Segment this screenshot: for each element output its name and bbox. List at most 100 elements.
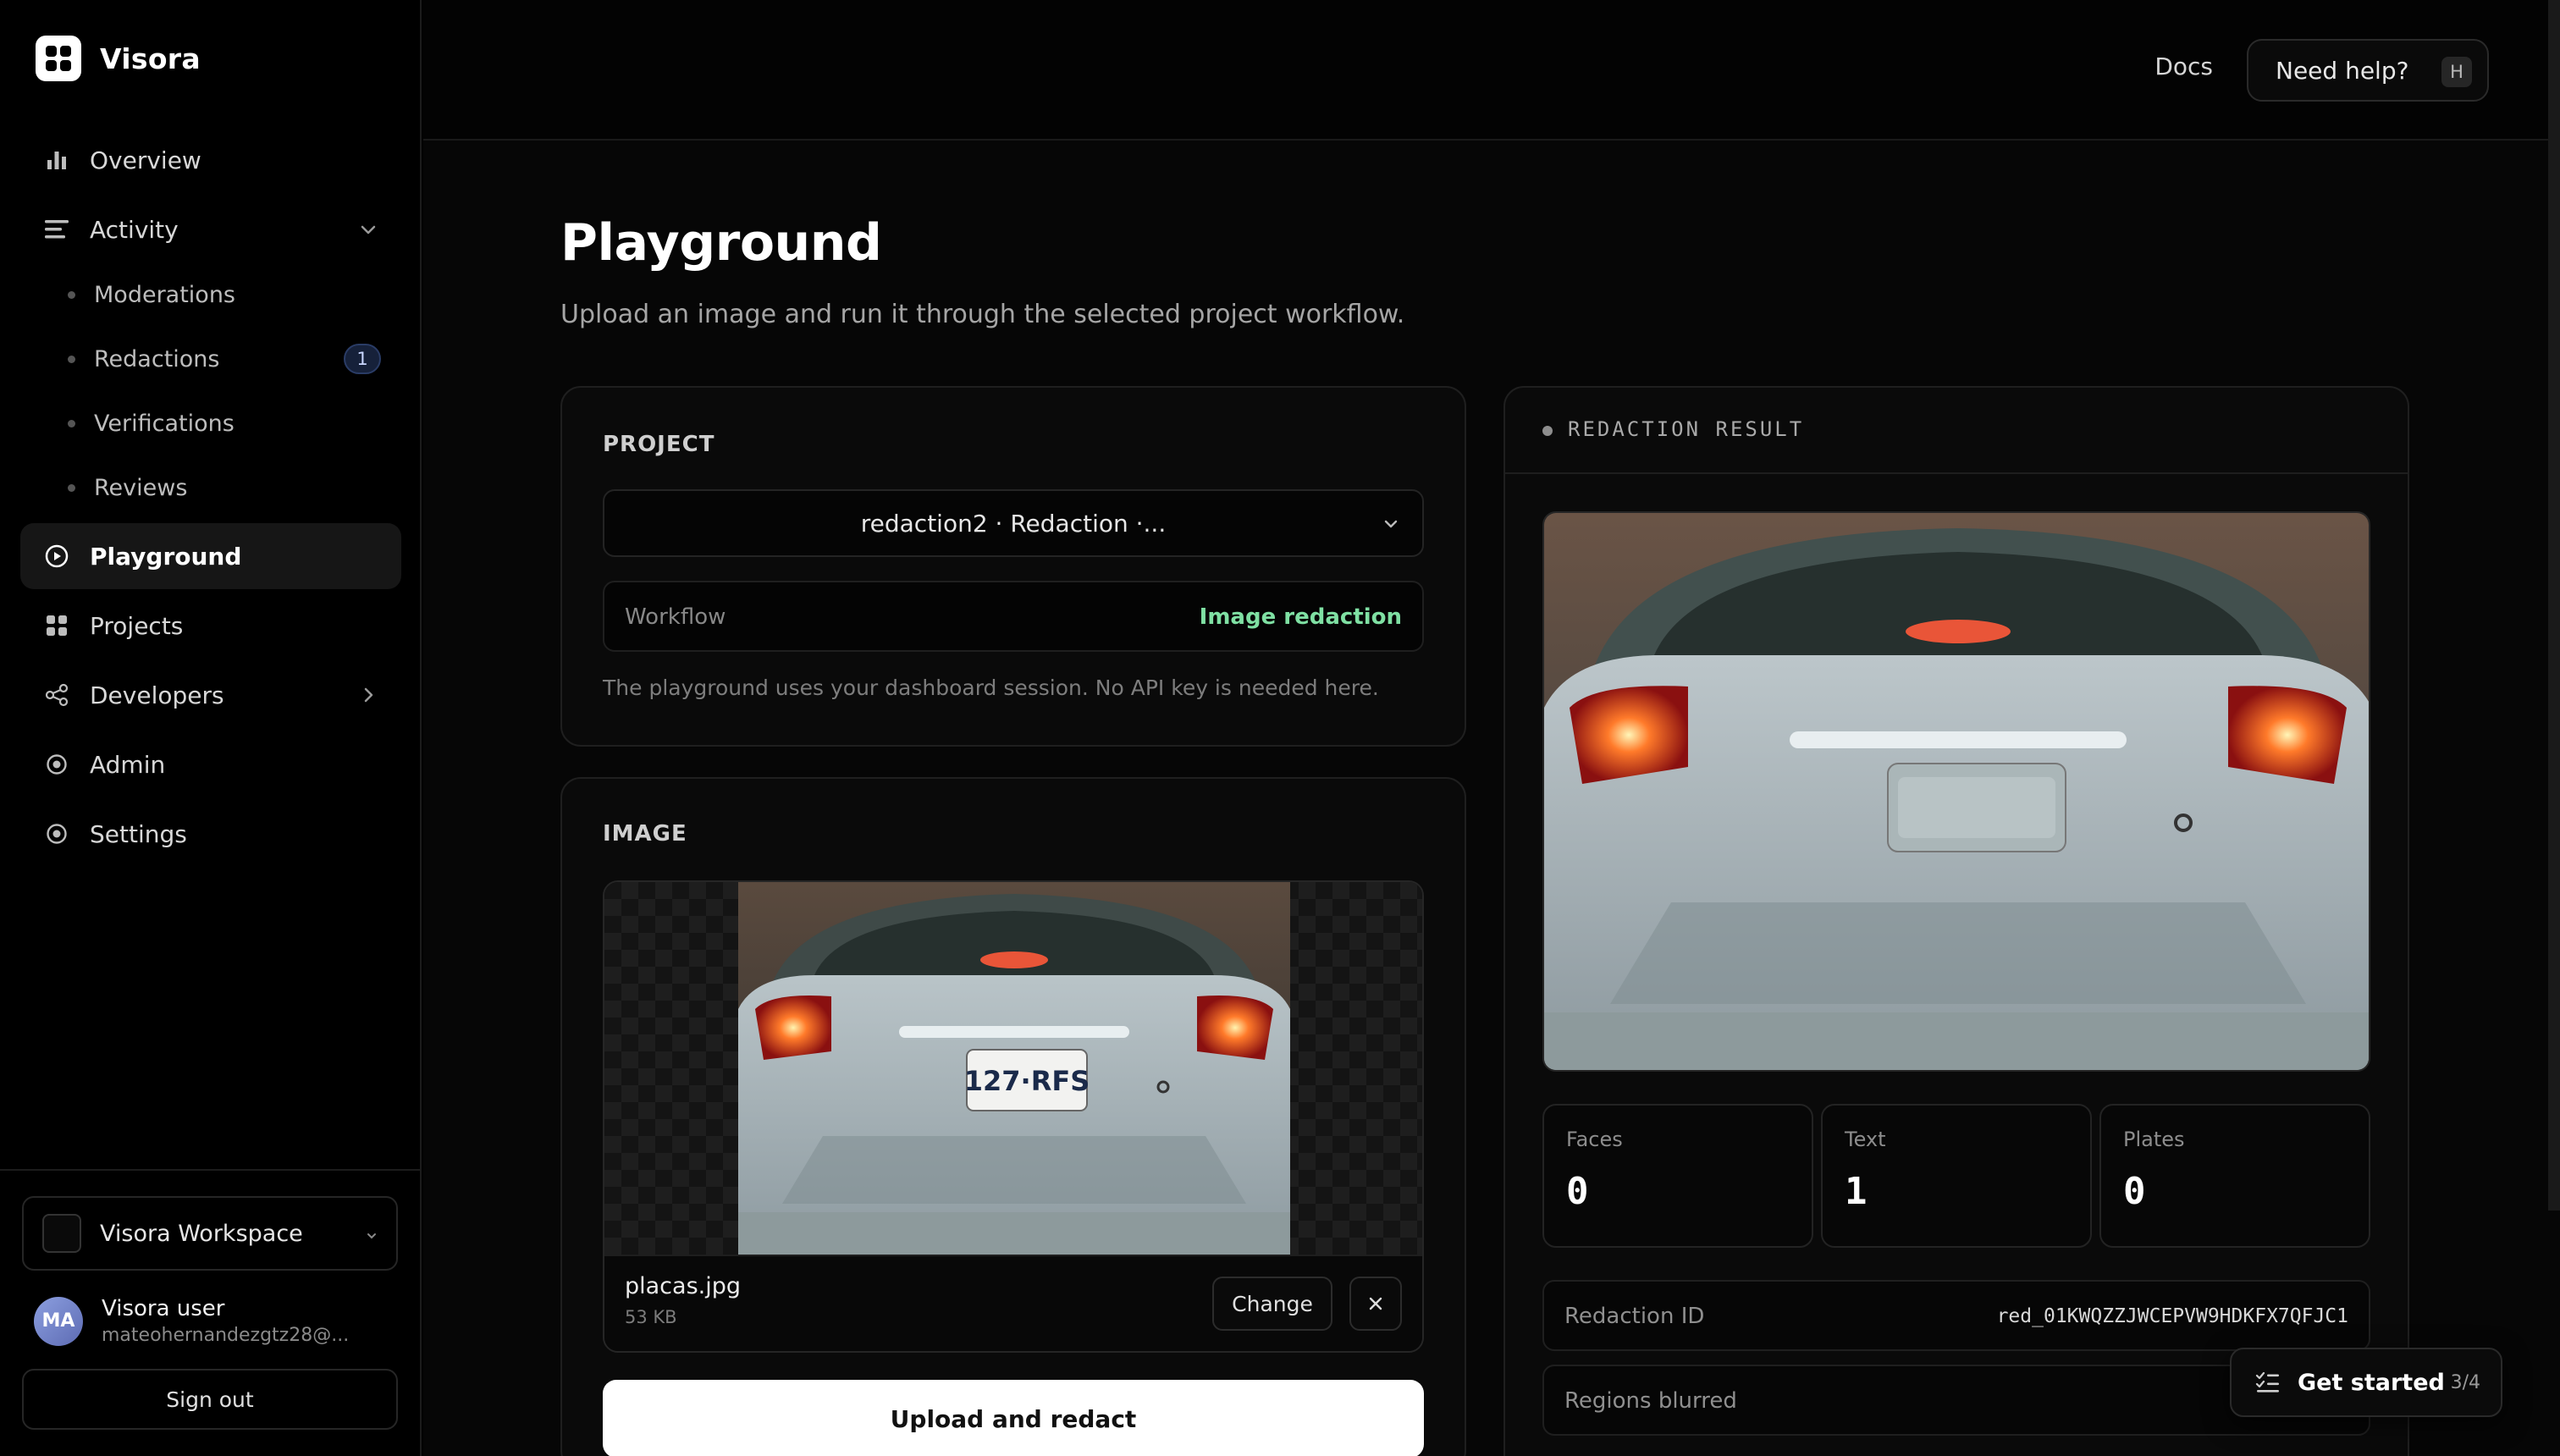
chevron-down-icon bbox=[357, 218, 379, 240]
status-dot bbox=[1542, 426, 1553, 436]
redaction-id-value[interactable]: red_01KWQZZJWCEPVW9HDKFX7QFJC1 bbox=[1997, 1305, 2348, 1327]
redaction-result-card: REDACTION RESULT Faces 0 Text 1 Plates 0… bbox=[1503, 386, 2409, 1456]
project-select[interactable]: redaction2 · Redaction ·... bbox=[603, 489, 1424, 557]
get-started-progress: 3/4 bbox=[2450, 1372, 2480, 1393]
grid-icon bbox=[42, 611, 71, 640]
nav-sub-verifications[interactable]: Verifications bbox=[68, 398, 398, 449]
nav-activity-label: Activity bbox=[90, 215, 179, 244]
stat-text: Text 1 bbox=[1821, 1104, 2092, 1248]
sidebar-footer: Visora Workspace MA Visora user mateoher… bbox=[0, 1169, 422, 1456]
need-help-label: Need help? bbox=[2276, 56, 2409, 85]
workflow-value: Image redaction bbox=[1199, 604, 1402, 630]
sign-out-button[interactable]: Sign out bbox=[22, 1369, 398, 1430]
nav-overview-label: Overview bbox=[90, 146, 201, 174]
chevron-down-icon bbox=[1382, 515, 1400, 533]
chevron-right-icon bbox=[357, 684, 379, 706]
target-icon bbox=[42, 750, 71, 779]
redacted-image[interactable] bbox=[1542, 511, 2370, 1072]
nav-sub-label: Redactions bbox=[94, 345, 220, 372]
brand-name: Visora bbox=[100, 41, 201, 75]
redaction-id-label: Redaction ID bbox=[1564, 1304, 1705, 1329]
bullet-dot bbox=[68, 355, 75, 363]
image-card-title: IMAGE bbox=[603, 821, 687, 847]
user-profile[interactable]: MA Visora user mateohernandezgtz28@... bbox=[34, 1296, 349, 1346]
license-plate-text: 127·RFS bbox=[964, 1065, 1090, 1097]
bullet-dot bbox=[68, 419, 75, 427]
workspace-name: Visora Workspace bbox=[100, 1220, 303, 1247]
project-card: PROJECT redaction2 · Redaction ·... Work… bbox=[560, 386, 1466, 747]
nav-sub-label: Verifications bbox=[94, 410, 234, 437]
get-started-label: Get started bbox=[2298, 1369, 2445, 1396]
redactions-count-badge: 1 bbox=[344, 344, 381, 374]
stat-value: 0 bbox=[2123, 1170, 2146, 1213]
settings-icon bbox=[42, 819, 71, 848]
nav-activity[interactable]: Activity bbox=[20, 196, 401, 262]
nav-sub-label: Reviews bbox=[94, 474, 188, 501]
nav-projects[interactable]: Projects bbox=[20, 593, 401, 659]
nav-developers-label: Developers bbox=[90, 681, 224, 709]
top-bar: Docs Need help? H bbox=[423, 0, 2560, 141]
get-started-button[interactable]: Get started 3/4 bbox=[2230, 1348, 2502, 1417]
close-icon bbox=[1369, 1297, 1382, 1310]
user-email: mateohernandezgtz28@... bbox=[102, 1325, 350, 1346]
redacted-car-photo bbox=[1544, 513, 2369, 1070]
user-info: Visora user mateohernandezgtz28@... bbox=[102, 1296, 349, 1346]
nav-projects-label: Projects bbox=[90, 611, 184, 640]
stat-value: 0 bbox=[1566, 1170, 1589, 1213]
stat-label: Faces bbox=[1566, 1128, 1623, 1151]
need-help-button[interactable]: Need help? H bbox=[2247, 39, 2489, 102]
main-content: Docs Need help? H Playground Upload an i… bbox=[423, 0, 2560, 1456]
workspace-switcher[interactable]: Visora Workspace bbox=[22, 1196, 398, 1271]
chevron-down-icon bbox=[364, 1228, 379, 1244]
nav-settings-label: Settings bbox=[90, 819, 187, 848]
result-title: REDACTION RESULT bbox=[1568, 417, 1805, 441]
file-size: 53 KB bbox=[625, 1307, 677, 1327]
brand[interactable]: Visora bbox=[36, 36, 201, 81]
nav-settings[interactable]: Settings bbox=[20, 801, 401, 867]
list-icon bbox=[42, 215, 71, 244]
stat-value: 1 bbox=[1845, 1170, 1868, 1213]
remove-image-button[interactable] bbox=[1349, 1277, 1402, 1331]
result-header: REDACTION RESULT bbox=[1505, 388, 2408, 474]
upload-and-redact-button[interactable]: Upload and redact bbox=[603, 1380, 1424, 1456]
redaction-id-row: Redaction ID red_01KWQZZJWCEPVW9HDKFX7QF… bbox=[1542, 1280, 2370, 1351]
image-preview-frame[interactable]: 127·RFS placas.jpg 53 KB Change bbox=[603, 880, 1424, 1353]
file-name: placas.jpg bbox=[625, 1273, 742, 1299]
sidebar: Visora Overview Activity Moderations Red… bbox=[0, 0, 422, 1456]
nav-developers[interactable]: Developers bbox=[20, 662, 401, 728]
avatar: MA bbox=[34, 1296, 83, 1346]
workflow-label: Workflow bbox=[625, 604, 726, 630]
page-scrollbar[interactable] bbox=[2548, 0, 2560, 1211]
stat-plates: Plates 0 bbox=[2099, 1104, 2370, 1248]
project-note: The playground uses your dashboard sessi… bbox=[603, 676, 1379, 700]
checklist-icon bbox=[2255, 1371, 2279, 1393]
nav-playground-label: Playground bbox=[90, 542, 242, 571]
project-card-title: PROJECT bbox=[603, 432, 715, 457]
stat-faces: Faces 0 bbox=[1542, 1104, 1813, 1248]
page-title: Playground bbox=[560, 213, 882, 273]
stat-label: Plates bbox=[2123, 1128, 2185, 1151]
nav-overview[interactable]: Overview bbox=[20, 127, 401, 193]
nav-admin-label: Admin bbox=[90, 750, 166, 779]
car-photo-preview: 127·RFS bbox=[738, 882, 1290, 1255]
page-subtitle: Upload an image and run it through the s… bbox=[560, 300, 1405, 329]
nav-sub-redactions[interactable]: Redactions 1 bbox=[68, 334, 398, 384]
visora-logo-icon bbox=[36, 36, 81, 81]
workflow-row: Workflow Image redaction bbox=[603, 581, 1424, 652]
nav-playground[interactable]: Playground bbox=[20, 523, 401, 589]
keyboard-shortcut-badge: H bbox=[2441, 57, 2472, 87]
workspace-icon bbox=[42, 1214, 81, 1253]
user-name: Visora user bbox=[102, 1296, 225, 1321]
nav-sub-label: Moderations bbox=[94, 281, 235, 308]
nav-sub-moderations[interactable]: Moderations bbox=[68, 269, 398, 320]
image-card: IMAGE 127·RFS placas.jpg 53 KB Change Up… bbox=[560, 777, 1466, 1456]
change-image-button[interactable]: Change bbox=[1212, 1277, 1332, 1331]
nav-admin[interactable]: Admin bbox=[20, 731, 401, 797]
share-nodes-icon bbox=[42, 681, 71, 709]
project-select-value: redaction2 · Redaction ·... bbox=[860, 509, 1167, 538]
stat-label: Text bbox=[1845, 1128, 1886, 1151]
docs-link[interactable]: Docs bbox=[2154, 52, 2213, 80]
file-info-strip: placas.jpg 53 KB Change bbox=[604, 1255, 1422, 1351]
nav-sub-reviews[interactable]: Reviews bbox=[68, 462, 398, 513]
bullet-dot bbox=[68, 290, 75, 299]
